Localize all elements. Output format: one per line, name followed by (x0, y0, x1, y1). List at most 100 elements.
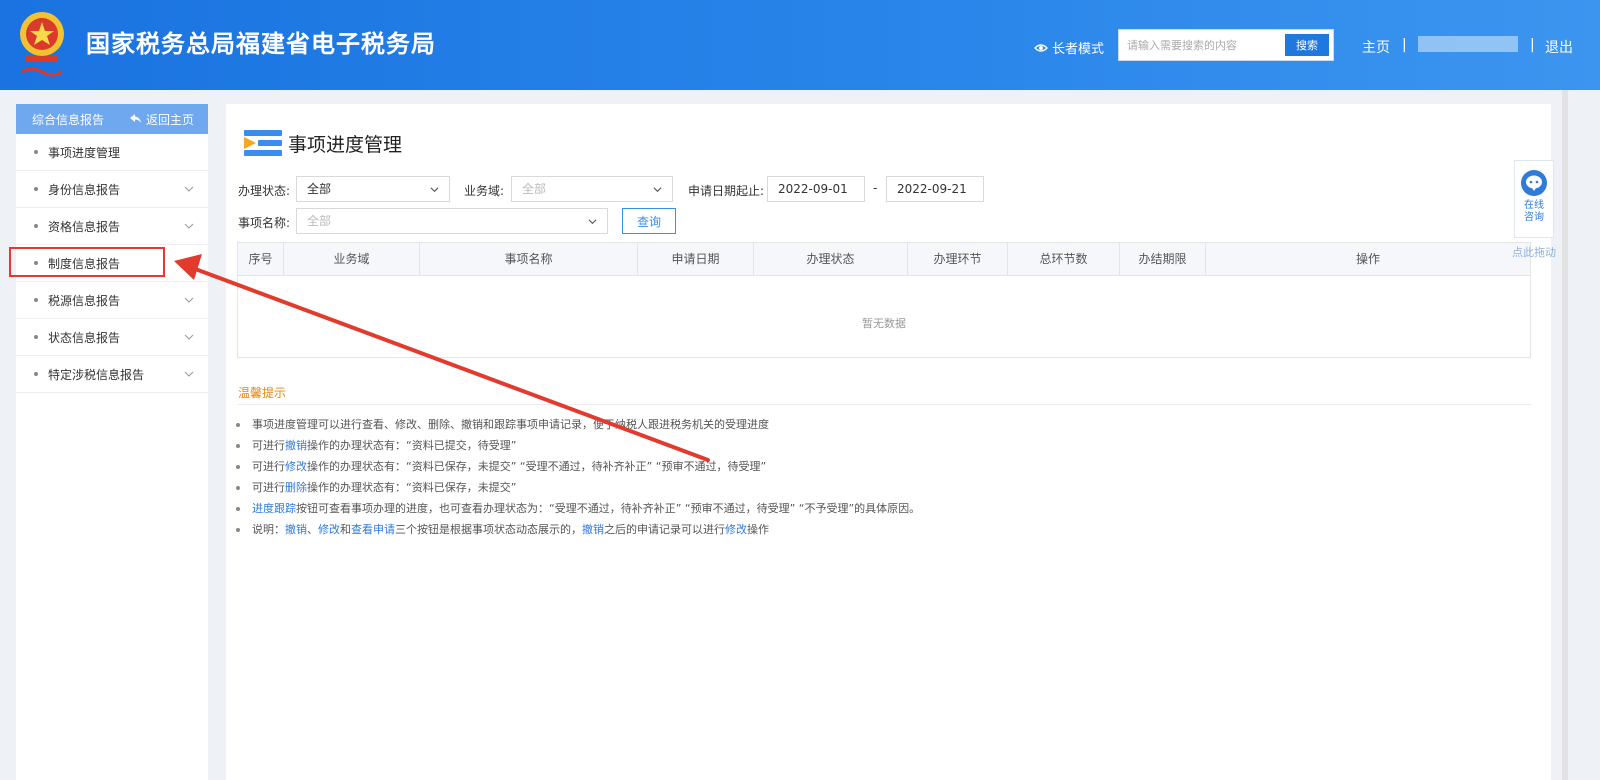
online-consult-widget[interactable]: 在线 咨询 (1514, 160, 1554, 238)
tips-item: 事项进度管理可以进行查看、修改、删除、撤销和跟踪事项申请记录，便于纳税人跟进税务… (236, 414, 920, 435)
column-header: 办理环节 (908, 243, 1008, 275)
tips-title: 温馨提示 (238, 386, 287, 400)
column-header: 业务域 (284, 243, 420, 275)
bullet-dot (34, 335, 38, 339)
chat-bubble-icon (1521, 170, 1547, 196)
bullet-dot (34, 224, 38, 228)
chevron-down-icon (430, 187, 439, 193)
chevron-down-icon (184, 297, 194, 303)
tips-item: 进度跟踪 按钮可查看事项办理的进度，也可查看办理状态为：“受理不通过，待补齐补正”… (236, 498, 920, 519)
tips-list: 事项进度管理可以进行查看、修改、删除、撤销和跟踪事项申请记录，便于纳税人跟进税务… (236, 414, 920, 540)
bullet-dot (236, 506, 240, 511)
empty-state-text: 暂无数据 (862, 317, 906, 330)
sidebar-title: 综合信息报告 (32, 112, 105, 127)
tips-divider (238, 404, 1532, 405)
header-separator: | (1402, 37, 1407, 53)
sidebar-header: 综合信息报告 返回主页 (16, 104, 208, 134)
tips-text: 和 (340, 523, 351, 536)
chevron-down-icon (588, 219, 597, 225)
column-header: 申请日期 (638, 243, 754, 275)
sidebar-item-progress[interactable]: 事项进度管理 (16, 134, 208, 171)
column-header: 办理状态 (754, 243, 908, 275)
sidebar-item-label: 税源信息报告 (48, 293, 121, 308)
main-panel: 事项进度管理 办理状态: 全部 业务域: 全部 申请日期起止: 2022-09-… (226, 104, 1551, 780)
tips-text: 可进行 (252, 460, 285, 473)
tips-item: 可进行 修改 操作的办理状态有：“资料已保存，未提交” “受理不通过，待补齐补正” … (236, 456, 920, 477)
revoke-link[interactable]: 撤销 (582, 519, 604, 540)
modify-link[interactable]: 修改 (285, 456, 307, 477)
sidebar-item-label: 事项进度管理 (48, 145, 121, 160)
tips-item: 可进行 撤销 操作的办理状态有：“资料已提交，待受理” (236, 435, 920, 456)
sidebar: 综合信息报告 返回主页 事项进度管理 身份信息报告 资格信息报告 制度信息报告 … (16, 104, 208, 780)
revoke-link[interactable]: 撤销 (285, 435, 307, 456)
eye-icon (1034, 43, 1048, 52)
date-range-label: 申请日期起止: (688, 184, 765, 198)
domain-select[interactable]: 全部 (511, 176, 673, 202)
consult-label-line1: 在线 (1524, 200, 1544, 211)
bullet-dot (34, 150, 38, 154)
back-home-label: 返回主页 (145, 112, 194, 127)
elder-mode-toggle[interactable]: 长者模式 (1034, 38, 1104, 57)
progress-track-link[interactable]: 进度跟踪 (252, 498, 296, 519)
tax-emblem-icon (20, 12, 64, 77)
revoke-link[interactable]: 撤销 (285, 519, 307, 540)
elder-mode-label: 长者模式 (1052, 42, 1105, 57)
search-input[interactable] (1119, 30, 1279, 60)
modify-link[interactable]: 修改 (725, 519, 747, 540)
bullet-dot (236, 443, 240, 448)
annotation-highlight-box (9, 247, 165, 277)
status-label: 办理状态: (238, 184, 291, 198)
bullet-dot (34, 187, 38, 191)
tips-text: 可进行 (252, 439, 285, 452)
sidebar-item-tax-source[interactable]: 税源信息报告 (16, 282, 208, 319)
bullet-dot (236, 422, 240, 427)
sidebar-item-label: 状态信息报告 (48, 330, 121, 345)
tips-text: 、 (307, 523, 318, 536)
page-scrollbar[interactable] (1562, 90, 1568, 780)
chevron-down-icon (184, 371, 194, 377)
site-title: 国家税务总局福建省电子税务局 (86, 30, 436, 58)
home-link[interactable]: 主页 (1362, 37, 1390, 57)
item-name-select[interactable]: 全部 (296, 208, 608, 234)
status-select-value: 全部 (307, 182, 332, 196)
tips-text: 操作的办理状态有：“资料已保存，未提交” “受理不通过，待补齐补正” “预审不通… (307, 460, 767, 473)
search-box: 搜索 (1118, 29, 1334, 61)
column-header: 序号 (238, 243, 284, 275)
sidebar-item-qualification[interactable]: 资格信息报告 (16, 208, 208, 245)
tips-item: 可进行 删除 操作的办理状态有：“资料已保存，未提交” (236, 477, 920, 498)
tips-text: 三个按钮是根据事项状态动态展示的， (395, 523, 582, 536)
sidebar-item-status[interactable]: 状态信息报告 (16, 319, 208, 356)
date-range-dash: - (873, 181, 878, 195)
page-title: 事项进度管理 (288, 134, 403, 156)
query-button[interactable]: 查询 (622, 208, 676, 234)
column-header: 事项名称 (420, 243, 638, 275)
status-select[interactable]: 全部 (296, 176, 450, 202)
column-header: 操作 (1355, 252, 1380, 266)
tips-item: 说明： 撤销、修改和查看申请 三个按钮是根据事项状态动态展示的， 撤销 之后的申请记录可… (236, 519, 920, 540)
date-start-input[interactable]: 2022-09-01 (767, 176, 865, 202)
view-application-link[interactable]: 查看申请 (351, 519, 395, 540)
results-table: 序号 业务域 事项名称 申请日期 办理状态 办理环节 总环节数 办结期限 操作 … (237, 242, 1531, 358)
sidebar-item-special-tax[interactable]: 特定涉税信息报告 (16, 356, 208, 393)
bullet-dot (34, 372, 38, 376)
tips-text: 操作的办理状态有：“资料已提交，待受理” (307, 439, 517, 452)
tips-text: 操作 (747, 523, 769, 536)
sidebar-item-label: 特定涉税信息报告 (48, 367, 145, 382)
delete-link[interactable]: 删除 (285, 477, 307, 498)
modify-link[interactable]: 修改 (318, 519, 340, 540)
sidebar-item-identity[interactable]: 身份信息报告 (16, 171, 208, 208)
bullet-dot (34, 298, 38, 302)
date-end-input[interactable]: 2022-09-21 (886, 176, 984, 202)
column-header: 总环节数 (1008, 243, 1120, 275)
tips-text: 操作的办理状态有：“资料已保存，未提交” (307, 481, 517, 494)
logout-link[interactable]: 退出 (1545, 37, 1573, 57)
list-play-icon (244, 130, 282, 156)
top-header: 国家税务总局福建省电子税务局 长者模式 搜索 主页 | | 退出 (0, 0, 1600, 90)
search-button[interactable]: 搜索 (1285, 34, 1329, 56)
column-header: 办结期限 (1120, 243, 1206, 275)
table-header: 序号 业务域 事项名称 申请日期 办理状态 办理环节 总环节数 办结期限 操作 (238, 243, 1530, 276)
bullet-dot (236, 485, 240, 490)
tips-text: 说明： (252, 523, 285, 536)
back-home-button[interactable]: 返回主页 (129, 111, 194, 128)
drag-hint[interactable]: 点此拖动 (1512, 244, 1556, 260)
